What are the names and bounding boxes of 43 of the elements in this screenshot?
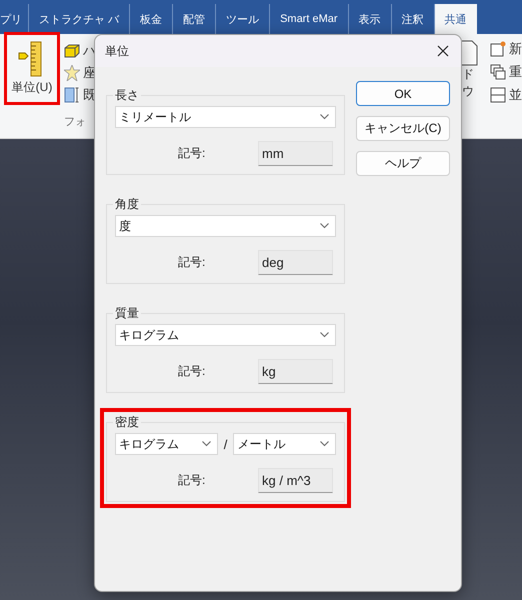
symbol-field[interactable]: kg — [258, 359, 333, 384]
symbol-label: 記号: — [178, 145, 206, 162]
group-title: 密度 — [114, 414, 140, 431]
chevron-icon — [320, 332, 329, 338]
chevron-icon — [202, 441, 211, 447]
dialog-button[interactable]: OK — [356, 81, 450, 106]
windows-icon — [490, 64, 506, 80]
ribbon-item-label[interactable]: 重 — [509, 63, 522, 81]
dialog-button[interactable]: キャンセル(C) — [356, 116, 450, 141]
unit-button[interactable]: 単位(U) — [7, 35, 57, 102]
ribbon-tab[interactable]: 共通 — [434, 4, 477, 34]
group-label: フォ — [64, 115, 86, 129]
unit-dropdown[interactable]: メートル — [233, 433, 336, 455]
chevron-icon — [320, 441, 329, 447]
unit-dropdown[interactable]: 度 — [115, 215, 336, 237]
group-title: 長さ — [114, 87, 140, 104]
group-title: 角度 — [114, 196, 140, 213]
symbol-field[interactable]: mm — [258, 141, 333, 166]
cube-icon — [64, 44, 80, 58]
window-icon — [490, 41, 506, 57]
chevron-icon — [320, 114, 329, 120]
symbol-label: 記号: — [178, 472, 206, 489]
close-button[interactable] — [435, 43, 451, 59]
unit-dropdown[interactable]: ミリメートル — [115, 106, 336, 128]
document-icon — [462, 40, 478, 66]
dialog-button[interactable]: ヘルプ — [356, 151, 450, 176]
panel-icon — [64, 87, 80, 103]
star-icon — [64, 65, 80, 81]
symbol-field[interactable]: deg — [258, 250, 333, 275]
ribbon-item-label[interactable]: 新 — [509, 40, 522, 58]
unit-dropdown[interactable]: キログラム — [115, 433, 218, 455]
separator-text: / — [224, 436, 228, 452]
ribbon-item-label[interactable]: 並 — [509, 86, 522, 104]
dialog-title: 単位 — [105, 42, 129, 60]
unit-dropdown[interactable]: キログラム — [115, 324, 336, 346]
split-window-icon — [490, 87, 506, 103]
chevron-icon — [320, 223, 329, 229]
group-title: 質量 — [114, 305, 140, 322]
ribbon-item-label[interactable]: ドウ — [462, 66, 482, 100]
symbol-label: 記号: — [178, 254, 206, 271]
symbol-label: 記号: — [178, 363, 206, 380]
symbol-field[interactable]: kg / m^3 — [258, 468, 333, 493]
close-icon — [437, 45, 449, 57]
